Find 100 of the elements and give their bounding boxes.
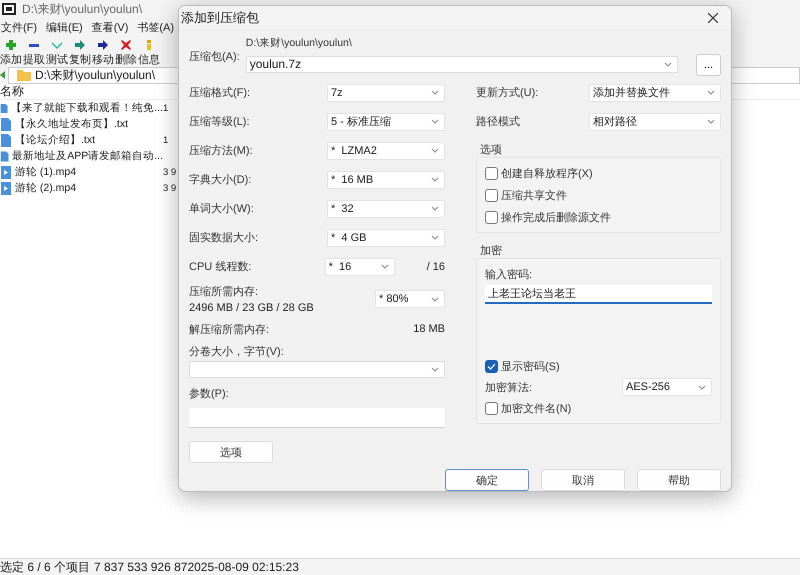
dropdown[interactable]: * LZMA2 [327,142,445,160]
setting-label: 字典大小(D): [189,172,252,187]
dropdown[interactable]: * 32 [327,200,445,218]
chevron-down-icon [380,264,389,269]
file-name[interactable]: 游轮 (2).mp4 [15,181,76,195]
dropdown[interactable]: * 16 [324,258,395,276]
parameters-field[interactable] [189,408,445,428]
dropdown[interactable]: 7z [327,84,445,102]
setting-label: 压缩等级(L): [189,114,250,129]
plus-icon [5,39,17,51]
chevron-down-icon [431,177,439,182]
checkbox[interactable] [485,402,498,414]
toolbar-button[interactable]: 复制 [69,39,91,67]
file-size: 1 [163,134,168,146]
chevron-down-icon [431,119,439,124]
checkbox-label: 操作完成后删除源文件 [501,210,611,224]
chevron-down-icon [664,62,672,66]
checkbox[interactable] [485,210,498,224]
chevron-down-icon [431,367,439,372]
document-icon [0,102,8,114]
archive-name-field[interactable]: youlun.7z [246,56,678,72]
chevron-down-icon [698,384,706,390]
checkbox-label: 创建自释放程序(X) [501,166,593,180]
checkbox-label: 压缩共享文件 [501,188,567,202]
setting-label: 压缩方法(M): [189,144,253,158]
document-icon [0,118,12,130]
arrow-right-icon [74,39,86,51]
chevron-down-icon [431,90,439,95]
checkbox[interactable] [485,360,498,372]
close-icon [708,12,718,22]
status-packed: 3 926 87 [140,560,188,574]
document-icon [0,150,10,162]
setting-label: 单词大小(W): [189,202,254,216]
group-title: 选项 [480,143,503,157]
memory-value: 2496 MB / 23 GB / 28 GB [189,302,314,314]
menu-item[interactable]: 查看(V) [92,20,128,34]
toolbar-button[interactable]: 提取 [23,39,45,67]
encryption-method-label: 加密算法: [485,380,532,394]
dropdown[interactable]: * 80% [375,290,445,308]
file-size: 1 [163,102,168,114]
dialog-button[interactable]: 确定 [445,469,529,491]
dropdown[interactable]: 5 - 标准压缩 [327,112,445,130]
checkbox-label: 加密文件名(N) [501,402,572,416]
menu-item[interactable]: 编辑(E) [46,20,83,34]
status-selection: 选定 6 / 6 个项目 [0,558,92,575]
setting-label: 压缩格式(F): [189,86,250,100]
toolbar-button[interactable]: 删除 [115,39,137,67]
toolbar-button[interactable]: 添加 [0,39,22,67]
file-name[interactable]: 最新地址及APP请发邮箱自动... [12,149,163,163]
checkbox[interactable] [485,166,498,180]
menu-item[interactable]: 文件(F) [1,20,38,34]
dropdown[interactable]: AES-256 [622,378,712,396]
chevron-down-icon [431,148,439,153]
file-name[interactable]: 【永久地址发布页】.txt [15,117,128,131]
menu-item[interactable]: 书签(A) [137,20,174,34]
chevron-down-icon [431,296,439,302]
checkbox[interactable] [485,188,498,202]
toolbar-button[interactable]: 测试 [46,39,68,67]
chevron-down-icon [707,119,715,124]
close-icon [120,39,132,51]
parameters-label: 参数(P): [189,386,229,400]
archive-label: 压缩包(A): [189,50,240,64]
dialog-button[interactable]: 取消 [541,469,625,491]
file-name[interactable]: 【论坛介绍】.txt [15,133,96,147]
chevron-icon [51,39,63,51]
chevron-down-icon [431,235,439,240]
password-label: 输入密码: [485,268,534,282]
dropdown[interactable]: * 4 GB [327,228,445,246]
column-header[interactable]: 名称 [0,83,160,100]
toolbar-button[interactable]: 信息 [138,39,160,67]
dropdown[interactable]: 相对路径 [589,112,721,130]
chevron-down-icon [431,206,439,211]
path-mode-label: 路径模式 [476,115,520,129]
status-modified: 2025-08-09 02:15:23 [187,560,299,574]
status-size: 7 837 53 [94,560,141,574]
update-mode-label: 更新方式(U): [476,86,538,100]
options-button[interactable]: 选项 [189,441,273,463]
toolbar-button[interactable]: 移动 [92,39,114,67]
volume-label: 分卷大小，字节(V): [189,344,284,358]
browse-button[interactable]: ... [696,54,721,76]
threads-label: CPU 线程数: [189,260,252,274]
file-size: 3 9 [163,166,176,178]
dialog-button[interactable]: 帮助 [637,469,721,491]
window-title: D:\来财\youlun\youlun\ [22,0,142,18]
memory-label: 压缩所需内存: [189,284,260,299]
file-name[interactable]: 【来了就能下载和观看！纯免... [11,101,163,115]
threads-max: / 16 [426,260,445,272]
group-title: 加密 [480,244,503,258]
folder-icon [17,70,31,80]
check-icon [487,362,496,370]
dropdown[interactable]: 添加并替换文件 [589,84,721,102]
decompress-memory-value: 18 MB [413,323,445,335]
chevron-down-icon [707,90,715,95]
file-size: 3 9 [163,182,176,194]
archive-folder: D:\来财\youlun\youlun\ [246,36,353,50]
password-field[interactable]: 上老王论坛当老王 [485,285,712,304]
document-icon [0,134,12,146]
decompress-memory-label: 解压缩所需内存: [189,322,270,336]
file-name[interactable]: 游轮 (1).mp4 [15,165,76,179]
dropdown[interactable]: * 16 MB [327,170,445,188]
